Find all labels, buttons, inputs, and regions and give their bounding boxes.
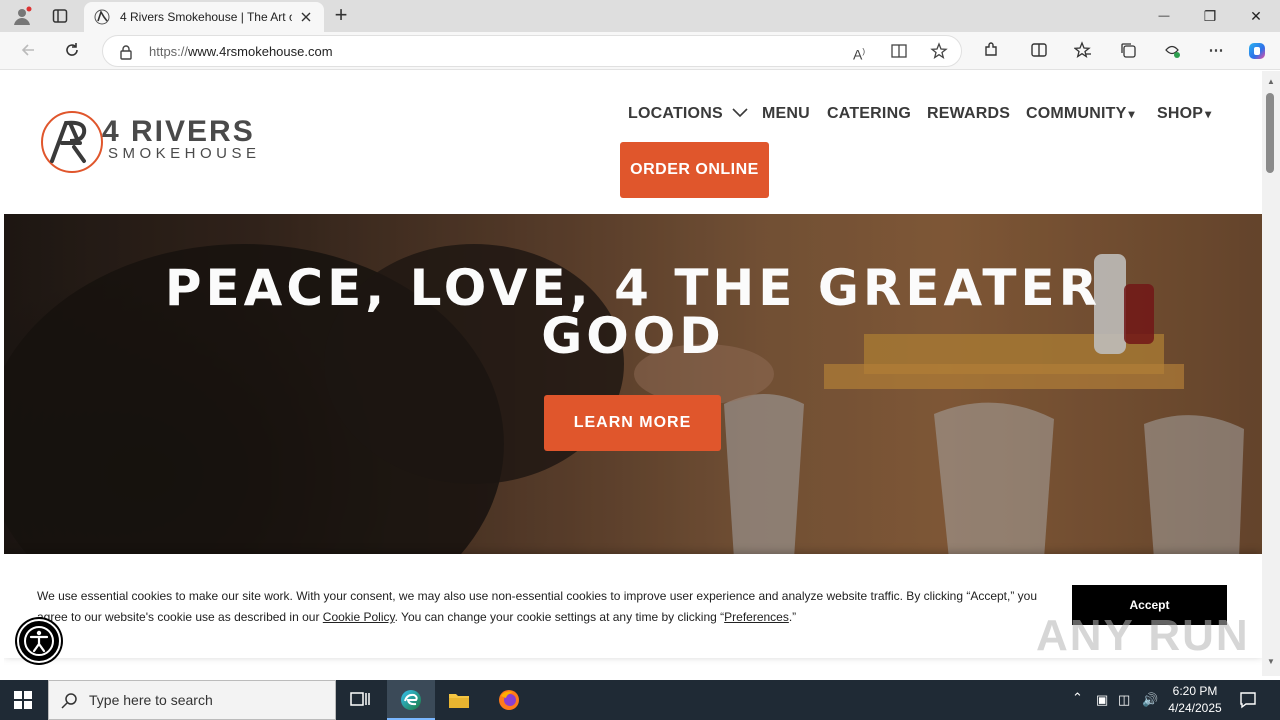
nav-locations[interactable]: LOCATIONS [628, 105, 748, 123]
immersive-reader-icon[interactable] [889, 42, 909, 62]
more-icon[interactable]: ⋯ [1206, 41, 1226, 61]
scrollbar-thumb[interactable] [1266, 93, 1274, 173]
cookie-text-part3: .” [788, 610, 797, 624]
logo-text-secondary: SMOKEHOUSE [108, 145, 261, 162]
close-window-button[interactable]: ✕ [1246, 6, 1266, 26]
cookie-text-part2: . You can change your cookie settings at… [394, 610, 725, 624]
address-bar[interactable]: https://www.4rsmokehouse.com A) [102, 35, 962, 67]
back-icon[interactable] [18, 41, 38, 61]
preferences-link[interactable]: Preferences [724, 610, 789, 624]
profile-icon[interactable] [12, 6, 32, 26]
nav-menu[interactable]: MENU [762, 105, 810, 123]
chevron-up-icon[interactable]: ⌃ [1072, 690, 1083, 706]
refresh-icon[interactable] [62, 41, 82, 61]
taskbar-search[interactable]: Type here to search [48, 680, 336, 720]
caret-down-icon: ▾ [1128, 107, 1135, 121]
nav-rewards[interactable]: REWARDS [927, 105, 1010, 123]
search-placeholder: Type here to search [89, 692, 213, 708]
collections-icon[interactable] [1118, 41, 1138, 61]
search-icon [61, 692, 79, 710]
volume-icon[interactable]: 🔊 [1142, 692, 1158, 708]
edge-taskbar-active[interactable] [387, 680, 435, 720]
caret-down-icon: ▾ [1205, 107, 1212, 121]
restore-button[interactable]: ❐ [1200, 6, 1220, 26]
url-scheme: https:// [149, 44, 189, 59]
learn-more-button[interactable]: LEARN MORE [544, 395, 721, 451]
task-view-icon[interactable] [348, 688, 372, 712]
watermark: ANY RUN [1036, 611, 1250, 660]
favorites-icon[interactable] [1073, 41, 1093, 61]
firefox-icon[interactable] [497, 688, 521, 712]
nav-shop[interactable]: SHOP ▾ [1157, 105, 1211, 123]
accessibility-icon[interactable] [17, 619, 61, 663]
edge-icon [399, 688, 423, 712]
page-scrollbar[interactable]: ▲ ▼ [1262, 71, 1280, 676]
site-favicon [94, 9, 110, 25]
chevron-down-icon [731, 105, 748, 123]
scroll-down-icon[interactable]: ▼ [1267, 657, 1275, 666]
nav-catering[interactable]: CATERING [827, 105, 911, 123]
active-tab[interactable]: 4 Rivers Smokehouse | The Art of [84, 2, 324, 32]
logo-text-primary: 4 RIVERS [102, 115, 255, 148]
extensions-icon[interactable] [981, 41, 1001, 61]
hero-banner: PEACE, LOVE, 4 THE GREATER GOOD LEARN MO… [4, 214, 1262, 559]
network-icon[interactable]: ◫ [1118, 692, 1130, 708]
cookie-policy-link[interactable]: Cookie Policy [323, 610, 395, 624]
clock-date: 4/24/2025 [1168, 701, 1222, 715]
clock-time: 6:20 PM [1172, 684, 1218, 698]
new-tab-button[interactable]: + [330, 2, 352, 28]
windows-start-icon[interactable] [14, 691, 32, 709]
browser-essentials-icon[interactable] [1162, 41, 1182, 61]
url-host: www.4rsmokehouse.com [188, 44, 333, 59]
site-logo[interactable]: 4 RIVERS SMOKEHOUSE [40, 109, 285, 175]
logo-mark-icon [41, 111, 103, 173]
tab-title: 4 Rivers Smokehouse | The Art of [120, 10, 292, 24]
split-screen-icon[interactable] [1029, 41, 1049, 61]
lock-icon[interactable] [119, 44, 133, 60]
read-aloud-icon[interactable]: A) [849, 42, 869, 63]
hero-headline: PEACE, LOVE, 4 THE GREATER GOOD [164, 259, 1102, 365]
taskbar-clock[interactable]: 6:20 PM 4/24/2025 [1160, 683, 1230, 717]
device-icon[interactable]: ▣ [1096, 692, 1108, 708]
file-explorer-icon[interactable] [447, 688, 471, 712]
browser-tab-bar: 4 Rivers Smokehouse | The Art of + — ❐ ✕ [0, 0, 1280, 32]
url-text[interactable]: https://www.4rsmokehouse.com [149, 44, 333, 59]
nav-community[interactable]: COMMUNITY ▾ [1026, 105, 1135, 123]
scroll-up-icon[interactable]: ▲ [1267, 77, 1275, 86]
copilot-icon[interactable] [1247, 41, 1267, 61]
nav-locations-label: LOCATIONS [628, 105, 723, 122]
windows-taskbar: Type here to search ⌃ ▣ ◫ 🔊 6:20 PM 4/24… [0, 680, 1280, 720]
order-online-button[interactable]: ORDER ONLINE [620, 142, 769, 198]
close-tab-icon[interactable] [298, 9, 314, 25]
cookie-message: We use essential cookies to make our sit… [37, 586, 1047, 628]
nav-shop-label: SHOP [1157, 105, 1204, 122]
notification-icon[interactable] [1238, 690, 1258, 710]
system-tray: ⌃ ▣ ◫ 🔊 [1070, 690, 1160, 710]
tab-actions-icon[interactable] [52, 8, 68, 24]
favorite-star-icon[interactable] [929, 42, 949, 62]
nav-community-label: COMMUNITY [1026, 105, 1127, 122]
browser-toolbar: https://www.4rsmokehouse.com A) ⋯ [0, 32, 1280, 70]
minimize-button[interactable]: — [1154, 6, 1174, 26]
web-page: 4 RIVERS SMOKEHOUSE LOCATIONS MENU CATER… [4, 71, 1262, 676]
